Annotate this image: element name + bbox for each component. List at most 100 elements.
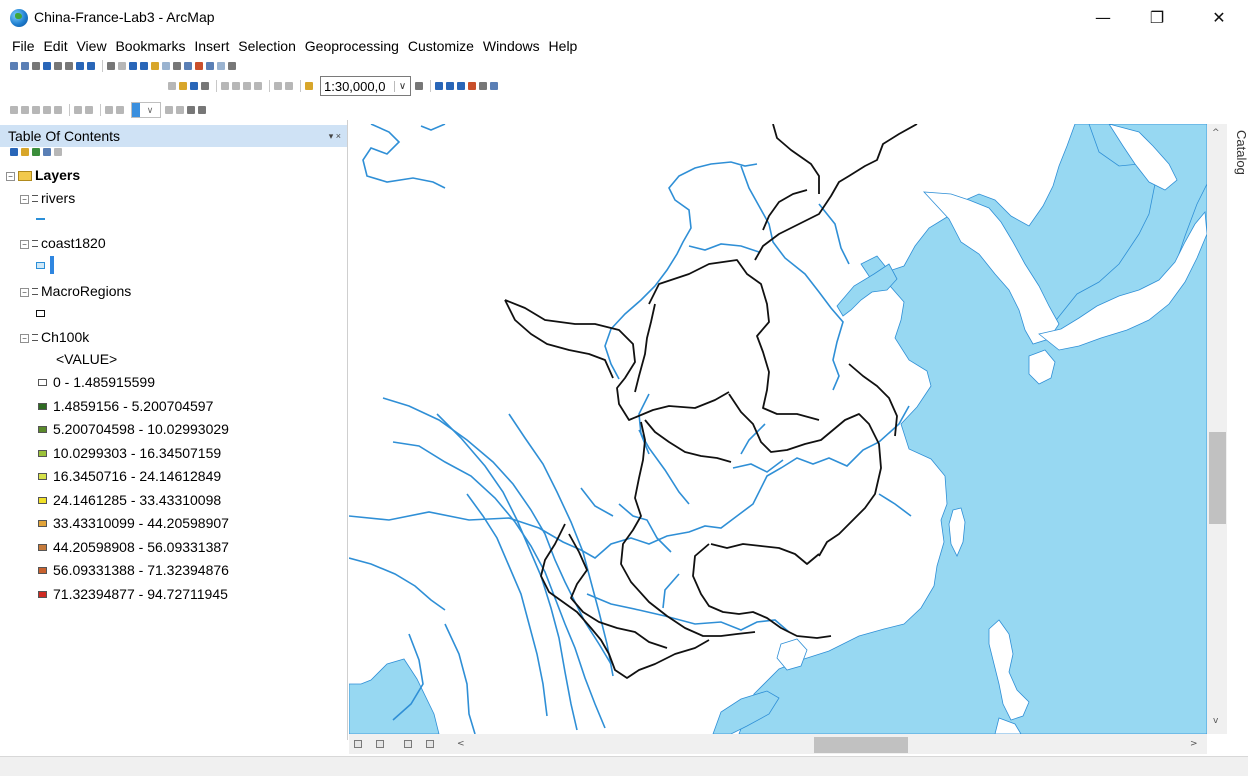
- layout-view-button[interactable]: [376, 740, 384, 748]
- hyperlink-icon[interactable]: [151, 62, 159, 70]
- collapse-icon[interactable]: −: [20, 240, 29, 249]
- catalog-tab[interactable]: [1232, 124, 1248, 734]
- layer-coast1820[interactable]: − coast1820: [20, 233, 106, 253]
- paste-icon[interactable]: [243, 82, 251, 90]
- open-icon[interactable]: [179, 82, 187, 90]
- menu-geoprocessing[interactable]: Geoprocessing: [305, 38, 399, 54]
- raster-class-row[interactable]: 24.1461285 - 33.43310098: [38, 490, 221, 510]
- python-window-icon[interactable]: [479, 82, 487, 90]
- close-button[interactable]: ✕: [1196, 4, 1242, 32]
- layer-visibility-checkbox[interactable]: [32, 288, 38, 295]
- minimize-button[interactable]: —: [1080, 4, 1126, 32]
- raster-class-row[interactable]: 33.43310099 - 44.20598907: [38, 513, 229, 533]
- coast-polygon-symbol[interactable]: [36, 262, 45, 269]
- clear-selection-icon[interactable]: [118, 62, 126, 70]
- chevron-down-icon[interactable]: ∨: [394, 80, 410, 92]
- menu-file[interactable]: File: [12, 38, 35, 54]
- go-to-xy-icon[interactable]: [206, 62, 214, 70]
- raster-class-row[interactable]: 44.20598908 - 56.09331387: [38, 537, 229, 557]
- class-color-swatch[interactable]: [38, 543, 47, 551]
- time-slider-icon[interactable]: [217, 62, 225, 70]
- refresh-view-button[interactable]: [404, 740, 412, 748]
- list-by-selection-icon[interactable]: [43, 148, 51, 156]
- catalog-tab-label[interactable]: Catalog: [1234, 130, 1248, 175]
- straight-segment-icon[interactable]: [32, 106, 40, 114]
- layer-ch100k[interactable]: − Ch100k: [20, 327, 89, 347]
- edit-annotation-icon[interactable]: [21, 106, 29, 114]
- copy-icon[interactable]: [232, 82, 240, 90]
- full-extent-icon[interactable]: [43, 62, 51, 70]
- raster-class-row[interactable]: 0 - 1.485915599: [38, 372, 155, 392]
- chevron-down-icon[interactable]: ∨: [140, 103, 160, 117]
- menu-windows[interactable]: Windows: [483, 38, 540, 54]
- catalog-window-icon[interactable]: [446, 82, 454, 90]
- data-view-button[interactable]: [354, 740, 362, 748]
- class-color-swatch[interactable]: [38, 590, 47, 598]
- editor-toolbar-icon[interactable]: [415, 82, 423, 90]
- menu-edit[interactable]: Edit: [43, 38, 67, 54]
- data-frame-layers[interactable]: − Layers: [6, 165, 80, 185]
- raster-class-row[interactable]: 5.200704598 - 10.02993029: [38, 419, 229, 439]
- search-window-icon[interactable]: [457, 82, 465, 90]
- class-color-swatch[interactable]: [38, 496, 47, 504]
- add-data-icon[interactable]: [305, 82, 313, 90]
- pin-close-icon[interactable]: ▾ ×: [329, 125, 341, 147]
- layer-visibility-checkbox[interactable]: [32, 195, 38, 202]
- redo-icon[interactable]: [285, 82, 293, 90]
- class-color-swatch[interactable]: [38, 379, 47, 386]
- html-popup-icon[interactable]: [162, 62, 170, 70]
- class-color-swatch[interactable]: [38, 567, 47, 574]
- raster-class-row[interactable]: 10.0299303 - 16.34507159: [38, 443, 221, 463]
- table-of-contents-icon[interactable]: [435, 82, 443, 90]
- list-by-drawing-order-icon[interactable]: [10, 148, 18, 156]
- scroll-left-icon[interactable]: <: [457, 739, 465, 749]
- split-tool-icon[interactable]: [74, 106, 82, 114]
- model-builder-icon[interactable]: [490, 82, 498, 90]
- class-color-swatch[interactable]: [38, 473, 47, 480]
- raster-class-row[interactable]: 1.4859156 - 5.200704597: [38, 396, 213, 416]
- map-horizontal-scrollbar[interactable]: [349, 734, 1207, 754]
- raster-class-row[interactable]: 16.3450716 - 24.14612849: [38, 466, 221, 486]
- scroll-right-icon[interactable]: >: [1190, 739, 1198, 749]
- vertical-scroll-thumb[interactable]: [1209, 432, 1226, 524]
- menu-insert[interactable]: Insert: [194, 38, 229, 54]
- map-scale-dropdown[interactable]: 1:30,000,0 ∨: [320, 76, 411, 96]
- find-icon[interactable]: [184, 62, 192, 70]
- save-icon[interactable]: [190, 82, 198, 90]
- cut-icon[interactable]: [221, 82, 229, 90]
- zoom-out-icon[interactable]: [21, 62, 29, 70]
- layer-macroregions[interactable]: − MacroRegions: [20, 281, 131, 301]
- snapping-icon[interactable]: [176, 106, 184, 114]
- delete-icon[interactable]: [254, 82, 262, 90]
- zoom-in-icon[interactable]: [10, 62, 18, 70]
- measure-icon[interactable]: [173, 62, 181, 70]
- select-elements-icon[interactable]: [129, 62, 137, 70]
- class-color-swatch[interactable]: [38, 402, 47, 410]
- toc-options-icon[interactable]: [54, 148, 62, 156]
- create-viewer-icon[interactable]: [228, 62, 236, 70]
- pan-icon[interactable]: [32, 62, 40, 70]
- back-extent-icon[interactable]: [76, 62, 84, 70]
- collapse-icon[interactable]: −: [20, 195, 29, 204]
- horizontal-scroll-thumb[interactable]: [814, 737, 908, 753]
- map-view[interactable]: [349, 124, 1207, 734]
- raster-class-row[interactable]: 56.09331388 - 71.32394876: [38, 560, 229, 580]
- undo-icon[interactable]: [274, 82, 282, 90]
- find-route-icon[interactable]: [195, 62, 203, 70]
- menu-customize[interactable]: Customize: [408, 38, 474, 54]
- scroll-up-icon[interactable]: ^: [1212, 128, 1220, 138]
- fixed-zoom-out-icon[interactable]: [65, 62, 73, 70]
- attributes-icon[interactable]: [105, 106, 113, 114]
- menu-help[interactable]: Help: [549, 38, 578, 54]
- select-features-icon[interactable]: [107, 62, 115, 70]
- trace-icon[interactable]: [54, 106, 62, 114]
- rotate-tool-icon[interactable]: [85, 106, 93, 114]
- collapse-icon[interactable]: −: [6, 172, 15, 181]
- arctoolbox-icon[interactable]: [468, 82, 476, 90]
- sketch-properties-icon[interactable]: [116, 106, 124, 114]
- list-by-source-icon[interactable]: [21, 148, 29, 156]
- layer-visibility-checkbox[interactable]: [32, 240, 38, 247]
- create-features-icon[interactable]: [165, 106, 173, 114]
- layer-rivers[interactable]: − rivers: [20, 188, 75, 208]
- fixed-zoom-in-icon[interactable]: [54, 62, 62, 70]
